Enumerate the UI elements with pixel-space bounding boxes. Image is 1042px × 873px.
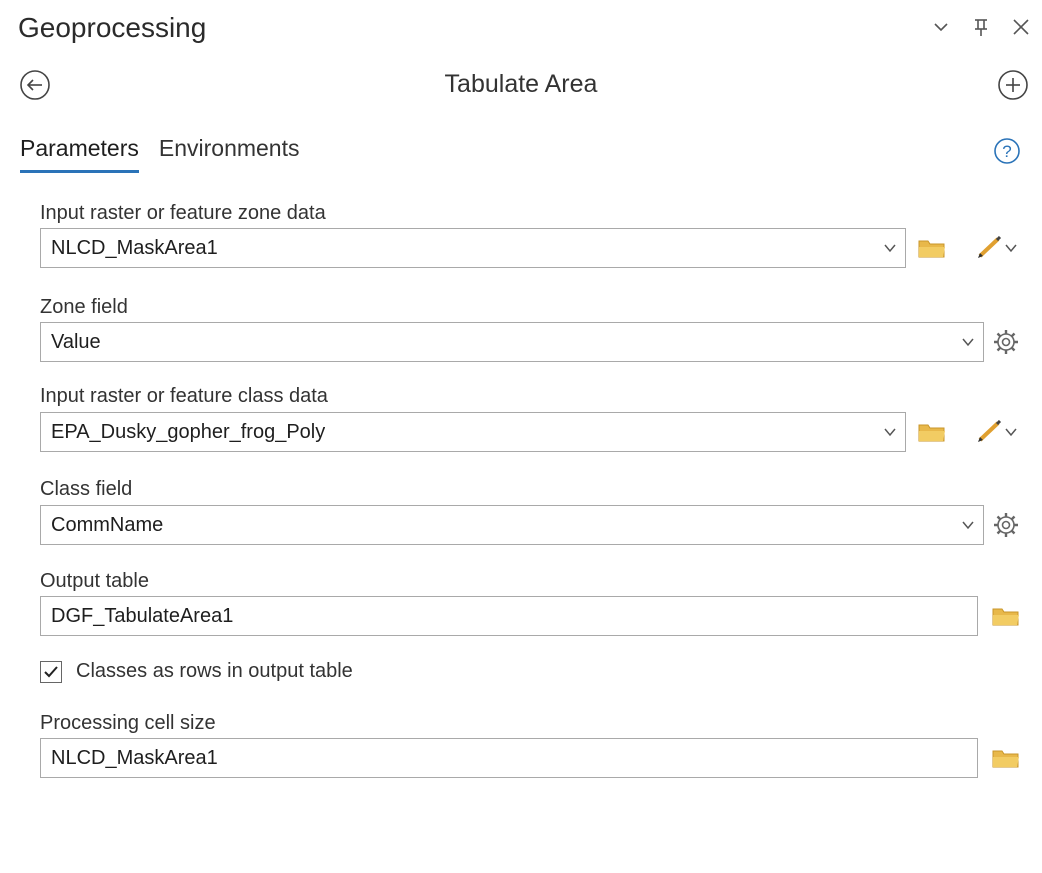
- folder-icon: [992, 750, 1019, 768]
- class-data-value: EPA_Dusky_gopher_frog_Poly: [51, 420, 326, 443]
- class-data-label: Input raster or feature class data: [40, 385, 328, 407]
- classes-as-rows-label: Classes as rows in output table: [76, 660, 353, 682]
- cell-size-input[interactable]: NLCD_MaskArea1: [40, 738, 978, 778]
- gear-icon: [994, 513, 1018, 537]
- zone-field-label: Zone field: [40, 296, 128, 318]
- folder-icon: [918, 424, 945, 442]
- chevron-down-icon[interactable]: [961, 335, 975, 349]
- window-controls: [930, 12, 1032, 42]
- chevron-down-icon: [1005, 428, 1017, 437]
- help-button[interactable]: ?: [992, 136, 1022, 166]
- class-data-select[interactable]: EPA_Dusky_gopher_frog_Poly: [40, 412, 906, 452]
- tab-environments[interactable]: Environments: [159, 135, 300, 173]
- zone-field-settings-button[interactable]: [988, 324, 1024, 360]
- class-field-settings-button[interactable]: [988, 507, 1024, 543]
- plus-circle-icon: [998, 70, 1028, 100]
- folder-icon: [918, 240, 945, 258]
- cell-size-value: NLCD_MaskArea1: [51, 746, 218, 769]
- cell-size-label: Processing cell size: [40, 712, 216, 734]
- output-table-value: DGF_TabulateArea1: [51, 604, 234, 627]
- zone-data-select[interactable]: NLCD_MaskArea1: [40, 228, 906, 268]
- chevron-down-icon[interactable]: [961, 518, 975, 532]
- gear-icon: [994, 330, 1018, 354]
- chevron-down-icon[interactable]: [883, 241, 897, 255]
- chevron-down-icon[interactable]: [930, 12, 952, 42]
- zone-field-select[interactable]: Value: [40, 322, 984, 362]
- output-table-input[interactable]: DGF_TabulateArea1: [40, 596, 978, 636]
- browse-output-table-button[interactable]: [988, 598, 1024, 634]
- output-table-label: Output table: [40, 570, 149, 592]
- close-icon[interactable]: [1010, 12, 1032, 42]
- zone-data-value: NLCD_MaskArea1: [51, 236, 218, 259]
- checkmark-icon: [44, 665, 58, 677]
- folder-icon: [992, 608, 1019, 626]
- browse-class-data-button[interactable]: [915, 414, 949, 450]
- classes-as-rows-option: Classes as rows in output table: [40, 660, 353, 683]
- pencil-icon: [978, 420, 1002, 442]
- pane-title: Geoprocessing: [18, 12, 207, 43]
- pencil-icon: [978, 236, 1002, 258]
- browse-zone-data-button[interactable]: [915, 230, 949, 266]
- class-field-label: Class field: [40, 478, 133, 500]
- tool-title: Tabulate Area: [444, 70, 598, 98]
- add-button[interactable]: [996, 68, 1030, 107]
- tab-parameters[interactable]: Parameters: [20, 135, 139, 173]
- chevron-down-icon: [1005, 244, 1017, 253]
- svg-text:?: ?: [1002, 142, 1011, 161]
- class-field-select[interactable]: CommName: [40, 505, 984, 545]
- browse-cell-size-button[interactable]: [988, 740, 1024, 776]
- zone-data-label: Input raster or feature zone data: [40, 202, 326, 224]
- edit-class-data-button[interactable]: [966, 414, 1026, 450]
- class-field-value: CommName: [51, 513, 164, 536]
- edit-zone-data-button[interactable]: [966, 230, 1026, 266]
- tab-bar: Parameters Environments: [20, 135, 300, 173]
- zone-field-value: Value: [51, 330, 101, 353]
- help-icon: ?: [994, 138, 1020, 164]
- pin-icon[interactable]: [970, 12, 992, 42]
- chevron-down-icon[interactable]: [883, 425, 897, 439]
- classes-as-rows-checkbox[interactable]: [40, 660, 62, 683]
